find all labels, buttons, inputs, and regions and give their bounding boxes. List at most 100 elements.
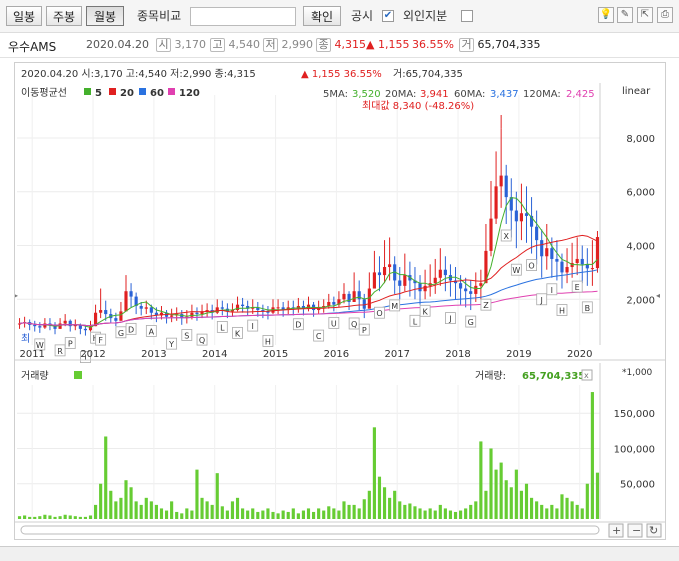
time-scrollbar[interactable] xyxy=(20,525,600,535)
candle-body xyxy=(474,285,478,294)
candle-body xyxy=(38,326,42,328)
volume-bar xyxy=(154,504,158,519)
volume-bar xyxy=(276,513,280,519)
compare-input[interactable] xyxy=(190,7,296,26)
scale-label[interactable]: linear xyxy=(622,86,651,97)
volume-bar xyxy=(225,510,229,519)
candle-body xyxy=(519,213,523,222)
event-label: C xyxy=(316,332,322,341)
volume-bar xyxy=(261,510,265,519)
event-label: Z xyxy=(483,301,489,310)
candle-body xyxy=(504,175,508,198)
event-label: Q xyxy=(199,336,205,345)
volume-bar xyxy=(367,490,371,519)
volume-bar xyxy=(301,510,306,519)
volume-bar xyxy=(504,480,508,519)
volume-bar xyxy=(464,508,468,519)
ma5-value: 3,520 xyxy=(352,89,381,100)
candle-body xyxy=(550,248,554,259)
candle-body xyxy=(195,312,199,315)
volume-bar xyxy=(403,504,407,519)
confirm-button[interactable]: 확인 xyxy=(303,6,341,26)
event-label: O xyxy=(528,262,534,271)
ma20-swatch xyxy=(109,88,116,95)
candle-body xyxy=(560,261,564,273)
candle-body xyxy=(499,175,503,187)
volume-bar xyxy=(256,511,260,519)
cursor-icon[interactable]: ⇱ xyxy=(637,7,653,23)
pencil-icon[interactable]: ✎ xyxy=(617,7,633,23)
volume-bar xyxy=(185,508,189,519)
volume-bar xyxy=(489,448,493,519)
ma120-swatch xyxy=(168,88,175,95)
stock-chart[interactable]: WRPIHFGDAYSQLKIHDCUQPOMLKJGZXWOJIHEB 2,0… xyxy=(14,63,665,539)
year-tick-label: 2011 xyxy=(19,349,44,360)
candle-body xyxy=(398,280,402,286)
volume-tick-label: 50,000 xyxy=(620,480,655,491)
scroll-left-icon[interactable]: ▸ xyxy=(14,291,18,300)
tab-daily[interactable]: 일봉 xyxy=(6,6,42,26)
event-label: D xyxy=(128,325,134,334)
print-icon[interactable]: ⎙ xyxy=(657,7,673,23)
volume-bar xyxy=(23,515,27,519)
open-group: 시 3,170 xyxy=(156,38,206,52)
volume-bar xyxy=(585,483,589,519)
open-icon: 시 xyxy=(156,38,171,52)
candle-body xyxy=(33,324,37,327)
volume-bar xyxy=(114,501,118,519)
candle-body xyxy=(276,307,280,309)
tab-weekly[interactable]: 주봉 xyxy=(46,6,82,26)
volume-bar xyxy=(99,483,103,519)
scroll-right-icon[interactable]: ◂ xyxy=(656,291,660,300)
volume-bar xyxy=(119,497,123,519)
volume-bar xyxy=(195,469,199,519)
volume-bar xyxy=(63,514,67,519)
bulb-icon[interactable]: 💡 xyxy=(598,7,614,23)
volume-bar xyxy=(327,506,331,519)
volume-bar xyxy=(393,490,397,519)
volume-bar xyxy=(246,510,250,519)
volume-bar xyxy=(519,490,523,519)
volume-bar xyxy=(73,516,77,519)
volume-value: 65,704,335 xyxy=(477,38,541,51)
ma60-label: 60MA: xyxy=(454,89,485,100)
year-tick-label: 2012 xyxy=(80,349,105,360)
volume-bar xyxy=(159,508,164,519)
volume-bar xyxy=(109,490,113,519)
event-label: I xyxy=(252,322,254,331)
foreign-checkbox[interactable] xyxy=(461,10,473,22)
volume-bar xyxy=(575,504,579,519)
tab-monthly[interactable]: 월봉 xyxy=(86,6,124,26)
volume-title: 거래량 xyxy=(21,370,49,382)
candle-body xyxy=(139,306,143,309)
volume-group: 거 65,704,335 xyxy=(459,38,540,52)
volume-bar xyxy=(220,506,224,519)
close-value: 4,315 xyxy=(334,38,367,51)
disclosure-checkbox[interactable]: ✔ xyxy=(382,10,394,22)
candle-body xyxy=(535,226,539,241)
volume-icon: 거 xyxy=(459,38,474,52)
volume-close-glyph: x xyxy=(584,371,589,380)
candle-body xyxy=(241,304,245,307)
change-value: ▲ 1,155 xyxy=(366,38,410,51)
price-tick-label: 6,000 xyxy=(626,188,655,199)
low-icon: 저 xyxy=(263,38,278,52)
candle-body xyxy=(362,299,366,309)
volume-bar xyxy=(17,516,22,519)
volume-bar xyxy=(514,469,518,519)
chart-ohlc-line: 2020.04.20 시:3,170 고:4,540 저:2,990 종:4,3… xyxy=(21,68,256,80)
candle-body xyxy=(545,248,549,257)
volume-bar xyxy=(352,504,356,519)
max-value-label: 최대값 8,340 (-48.26%) xyxy=(362,100,474,112)
compare-label: 종목비교 xyxy=(137,9,182,23)
candle-body xyxy=(332,301,336,305)
candle-body xyxy=(342,293,346,300)
toolbar: 일봉 주봉 월봉 종목비교 확인 공시 ✔ 외인지분 💡 ✎ ⇱ ⎙ xyxy=(0,0,679,33)
candle-body xyxy=(423,285,427,292)
volume-bar xyxy=(251,508,255,519)
event-label: P xyxy=(68,340,73,349)
candle-body xyxy=(372,272,376,289)
volume-bar xyxy=(433,510,437,519)
volume-bar xyxy=(382,487,387,519)
year-tick-label: 2019 xyxy=(506,349,531,360)
